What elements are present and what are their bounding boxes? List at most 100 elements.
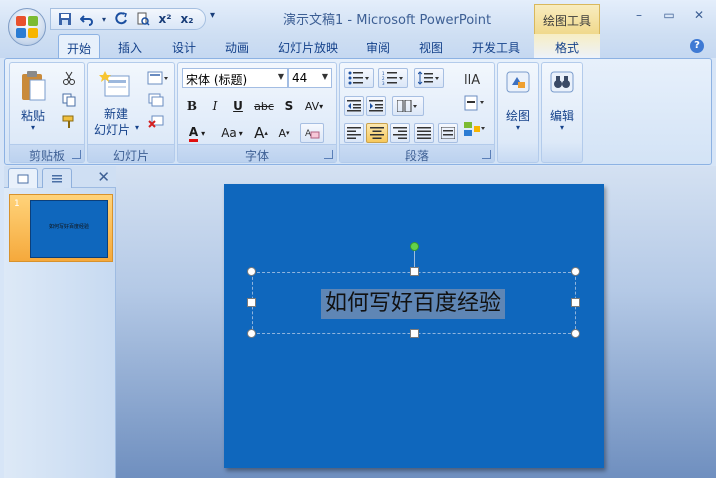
paragraph-launcher-icon[interactable] <box>482 150 491 159</box>
align-text-icon[interactable] <box>460 93 490 113</box>
paste-dropdown-icon[interactable]: ▾ <box>16 123 50 132</box>
tab-format[interactable]: 格式 <box>534 34 600 58</box>
layout-icon[interactable] <box>146 69 170 87</box>
align-center-icon <box>370 127 384 139</box>
change-case-button[interactable]: Aa ▾ <box>216 123 248 143</box>
drawing-dropdown-icon[interactable]: ▾ <box>498 123 538 132</box>
tab-outline[interactable] <box>42 168 72 188</box>
align-center-button[interactable] <box>366 123 388 143</box>
tab-developer[interactable]: 开发工具 <box>472 34 520 58</box>
font-group-label: 字体 <box>178 144 336 163</box>
font-name-combo[interactable]: 宋体 (标题) ▼ <box>182 68 288 88</box>
delete-slide-icon[interactable] <box>146 113 166 131</box>
window-title: 演示文稿1 - Microsoft PowerPoint <box>283 13 492 28</box>
drawing-label[interactable]: 绘图 <box>498 107 538 124</box>
bullets-button[interactable] <box>344 68 374 88</box>
tab-slide-show[interactable]: 幻灯片放映 <box>278 34 338 58</box>
paragraph-group-label: 段落 <box>340 144 494 163</box>
redo-icon[interactable] <box>113 11 129 27</box>
decrease-indent-button[interactable] <box>344 96 364 116</box>
font-color-button[interactable]: A ▾ <box>182 123 212 143</box>
maximize-button[interactable]: ▭ <box>662 8 676 22</box>
slide-title-text[interactable]: 如何写好百度经验 <box>321 289 506 319</box>
save-icon[interactable] <box>57 11 73 27</box>
grow-font-button[interactable]: A ▴ <box>250 123 272 143</box>
customize-qat-icon[interactable]: ▾ <box>210 10 215 21</box>
binoculars-icon[interactable] <box>548 69 576 95</box>
tab-review[interactable]: 审阅 <box>366 34 390 58</box>
help-icon[interactable]: ? <box>690 39 704 53</box>
svg-text:3: 3 <box>382 81 385 85</box>
slide[interactable]: 如何写好百度经验 <box>224 184 604 468</box>
text-direction-icon[interactable]: llA <box>460 68 490 88</box>
increase-indent-button[interactable] <box>366 96 386 116</box>
font-launcher-icon[interactable] <box>324 150 333 159</box>
clear-formatting-button[interactable]: A <box>300 123 324 143</box>
italic-button[interactable]: I <box>205 96 225 116</box>
distributed-button[interactable] <box>438 123 458 143</box>
reset-slide-icon[interactable] <box>146 91 166 109</box>
new-slide-dropdown-icon[interactable]: ▾ <box>132 123 142 132</box>
editing-label[interactable]: 编辑 <box>542 107 582 124</box>
clipboard-launcher-icon[interactable] <box>72 150 81 159</box>
tab-design[interactable]: 设计 <box>172 34 196 58</box>
resize-handle-bottom-left[interactable] <box>247 329 256 338</box>
justify-button[interactable] <box>414 123 434 143</box>
tab-animations[interactable]: 动画 <box>225 34 249 58</box>
drawing-icon[interactable] <box>504 69 532 95</box>
new-slide-label-2[interactable]: 幻灯片 <box>88 121 136 138</box>
copy-icon[interactable] <box>60 91 78 109</box>
paste-label[interactable]: 粘贴 <box>16 107 50 124</box>
resize-handle-top[interactable] <box>410 267 419 276</box>
editing-dropdown-icon[interactable]: ▾ <box>542 123 582 132</box>
window-controls: – ▭ ✕ <box>632 8 706 22</box>
cut-icon[interactable] <box>60 69 78 87</box>
resize-handle-bottom-right[interactable] <box>571 329 580 338</box>
character-spacing-button[interactable]: AV ▾ <box>300 96 328 116</box>
underline-button[interactable]: U <box>228 96 248 116</box>
line-spacing-button[interactable] <box>414 68 444 88</box>
office-button[interactable] <box>8 8 46 46</box>
undo-icon[interactable] <box>79 11 95 27</box>
distributed-icon <box>441 127 455 139</box>
rotate-handle[interactable] <box>410 242 419 251</box>
columns-button[interactable] <box>392 96 424 116</box>
minimize-button[interactable]: – <box>632 8 646 22</box>
bold-button[interactable]: B <box>182 96 202 116</box>
print-preview-icon[interactable] <box>135 11 151 27</box>
paste-icon[interactable] <box>18 69 48 103</box>
pane-close-icon[interactable]: ✕ <box>97 168 110 186</box>
tab-slides-thumbnails[interactable] <box>8 168 38 188</box>
undo-dropdown-icon[interactable]: ▾ <box>101 11 107 27</box>
slide-number: 1 <box>14 199 20 209</box>
tab-view[interactable]: 视图 <box>419 34 443 58</box>
shrink-font-button[interactable]: A ▾ <box>274 123 294 143</box>
font-size-dropdown-icon[interactable]: ▼ <box>322 72 328 81</box>
superscript-icon[interactable]: x² <box>157 11 173 27</box>
align-right-button[interactable] <box>390 123 410 143</box>
resize-handle-right[interactable] <box>571 298 580 307</box>
smartart-icon[interactable] <box>460 119 490 139</box>
tab-home[interactable]: 开始 <box>58 34 101 58</box>
outline-icon <box>52 174 62 182</box>
subscript-icon[interactable]: x₂ <box>179 11 195 27</box>
font-size-combo[interactable]: 44 ▼ <box>288 68 332 88</box>
resize-handle-bottom[interactable] <box>410 329 419 338</box>
strikethrough-button[interactable]: abc <box>252 96 276 116</box>
font-name-dropdown-icon[interactable]: ▼ <box>278 72 284 81</box>
new-slide-icon[interactable] <box>98 69 132 99</box>
close-button[interactable]: ✕ <box>692 8 706 22</box>
align-left-button[interactable] <box>344 123 364 143</box>
line-spacing-icon <box>418 71 439 85</box>
numbering-button[interactable]: 123 <box>378 68 408 88</box>
tab-insert[interactable]: 插入 <box>118 34 142 58</box>
format-painter-icon[interactable] <box>60 113 78 131</box>
resize-handle-top-left[interactable] <box>247 267 256 276</box>
decrease-indent-icon <box>347 100 361 112</box>
new-slide-label-1[interactable]: 新建 <box>92 105 140 122</box>
resize-handle-top-right[interactable] <box>571 267 580 276</box>
slide-thumbnail[interactable]: 1 如何写好百度经验 <box>9 194 113 262</box>
text-shadow-button[interactable]: S <box>280 96 298 116</box>
title-placeholder[interactable]: 如何写好百度经验 <box>252 272 576 334</box>
resize-handle-left[interactable] <box>247 298 256 307</box>
